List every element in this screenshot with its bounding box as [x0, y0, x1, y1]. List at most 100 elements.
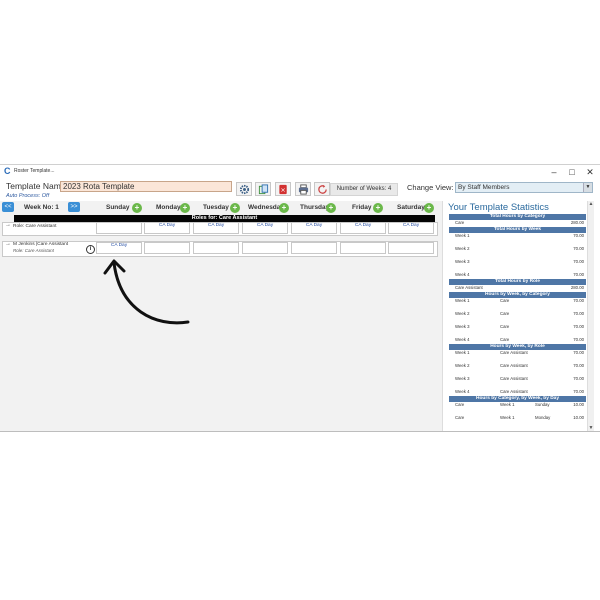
stats-row-label: Week 1 [455, 233, 470, 238]
add-monday-icon[interactable]: + [180, 203, 190, 213]
stats-row: Week 1 70.00 [449, 233, 586, 246]
day-header-sunday: Sunday [106, 204, 130, 211]
day-header-friday: Friday [352, 204, 372, 211]
previous-week-button[interactable]: << [2, 202, 14, 212]
stats-row-day: Sunday [535, 402, 550, 407]
add-saturday-icon[interactable]: + [424, 203, 434, 213]
chevron-down-icon[interactable]: ▼ [583, 183, 592, 192]
stats-row: Week 3 Care Assistant 70.00 [449, 376, 586, 389]
stats-row: Week 3 Care 70.00 [449, 324, 586, 337]
close-button[interactable]: ✕ [584, 166, 596, 178]
refresh-icon [317, 184, 327, 194]
scroll-down-icon[interactable]: ▼ [588, 425, 594, 431]
svg-text:×: × [280, 185, 285, 193]
stats-row-value: 70.00 [573, 389, 584, 394]
staff-cell-saturday[interactable] [388, 242, 434, 254]
stats-row-value: 10.00 [573, 415, 584, 420]
arrow-right-icon: → [5, 222, 11, 228]
minimize-button[interactable]: – [548, 166, 560, 178]
add-sunday-icon[interactable]: + [132, 203, 142, 213]
stats-row-week: Week 2 [455, 311, 470, 316]
role-cell-friday[interactable]: CA Day [340, 222, 386, 234]
stats-row-week: Week 4 [455, 389, 470, 394]
stats-row-label: Care Assistant [455, 285, 483, 290]
role-cell-thursday[interactable]: CA Day [291, 222, 337, 234]
change-view-select[interactable]: By Staff Members ▼ [455, 182, 593, 193]
template-name-input[interactable]: 2023 Rota Template [60, 181, 232, 192]
stats-row-value: 280.00 [570, 220, 584, 225]
copy-button[interactable] [255, 182, 271, 196]
print-button[interactable] [295, 182, 311, 196]
change-view-value: By Staff Members [458, 184, 510, 191]
maximize-button[interactable]: □ [566, 166, 578, 178]
day-header-monday: Monday [156, 204, 181, 211]
change-view-label: Change View: [407, 183, 454, 192]
stats-row-category: Care [500, 337, 510, 342]
staff-cell-friday[interactable] [340, 242, 386, 254]
stats-row-role: Care Assistant [500, 376, 528, 381]
delete-button[interactable]: × [275, 182, 291, 196]
stats-row: Week 4 Care Assistant 70.00 [449, 389, 586, 395]
stats-row-week: Week 3 [455, 376, 470, 381]
auto-process-status: Auto Process: Off [6, 193, 50, 199]
stats-row: Week 2 70.00 [449, 246, 586, 259]
roster-template-window: C Roster Template... – □ ✕ Template Name… [0, 164, 600, 432]
staff-cell-tuesday[interactable] [193, 242, 239, 254]
stats-row-value: 70.00 [573, 337, 584, 342]
role-cell-wednesday[interactable]: CA Day [242, 222, 288, 234]
stats-row-category: Care [500, 298, 510, 303]
title-bar: C Roster Template... – □ ✕ [0, 165, 600, 179]
stats-row-role: Care Assistant [500, 389, 528, 394]
stats-row-label: Week 2 [455, 246, 470, 251]
template-statistics-panel: Your Template Statistics Total Hours by … [448, 201, 586, 431]
stats-row-value: 70.00 [573, 324, 584, 329]
add-tuesday-icon[interactable]: + [230, 203, 240, 213]
annotation-arrow [103, 259, 190, 325]
stats-row-category: Care [500, 324, 510, 329]
stats-row-week: Week 1 [455, 298, 470, 303]
stats-row: Week 2 Care 70.00 [449, 311, 586, 324]
stats-row-category: Care [455, 415, 465, 420]
stats-row: Week 4 70.00 [449, 272, 586, 278]
stats-row-value: 70.00 [573, 272, 584, 277]
add-wednesday-icon[interactable]: + [279, 203, 289, 213]
stats-row-value: 70.00 [573, 233, 584, 238]
stats-row-week: Week 1 [500, 415, 515, 420]
next-week-button[interactable]: >> [68, 202, 80, 212]
stats-row-role: Care Assistant [500, 363, 528, 368]
stats-row-label: Care [455, 220, 465, 225]
add-thursday-icon[interactable]: + [326, 203, 336, 213]
printer-icon [298, 183, 308, 195]
stats-title: Your Template Statistics [448, 202, 549, 213]
role-cell-tuesday[interactable]: CA Day [193, 222, 239, 234]
stats-scrollbar[interactable]: ▲ ▼ [587, 201, 594, 431]
refresh-button[interactable] [314, 182, 330, 196]
window-title: Roster Template... [14, 168, 55, 174]
scroll-up-icon[interactable]: ▲ [588, 201, 594, 207]
role-cell-sunday[interactable] [96, 222, 142, 234]
stats-row-week: Week 1 [500, 402, 515, 407]
staff-cell-thursday[interactable] [291, 242, 337, 254]
stats-row-week: Week 4 [455, 337, 470, 342]
app-logo-icon: C [4, 166, 11, 176]
stats-row-category: Care [455, 402, 465, 407]
stats-row-value: 70.00 [573, 298, 584, 303]
copy-document-icon [258, 183, 268, 194]
stats-row-week: Week 2 [455, 363, 470, 368]
role-cell-saturday[interactable]: CA Day [388, 222, 434, 234]
settings-button[interactable] [236, 182, 252, 196]
staff-cell-wednesday[interactable] [242, 242, 288, 254]
role-row-label: Role: Care Assistant [13, 224, 57, 229]
stats-row-value: 70.00 [573, 363, 584, 368]
delete-icon: × [278, 184, 287, 194]
staff-name: M Jenkins |Care Assistant [13, 242, 69, 247]
staff-cell-monday[interactable] [144, 242, 190, 254]
add-friday-icon[interactable]: + [373, 203, 383, 213]
stats-row-role: Care Assistant [500, 350, 528, 355]
stats-row-value: 70.00 [573, 311, 584, 316]
role-cell-monday[interactable]: CA Day [144, 222, 190, 234]
info-icon[interactable]: i [86, 245, 95, 254]
staff-role: Role: Care Assistant [13, 248, 54, 253]
stats-row: Care Week 1 Monday 10.00 [449, 415, 586, 421]
staff-cell-sunday[interactable]: CA Day [96, 242, 142, 254]
